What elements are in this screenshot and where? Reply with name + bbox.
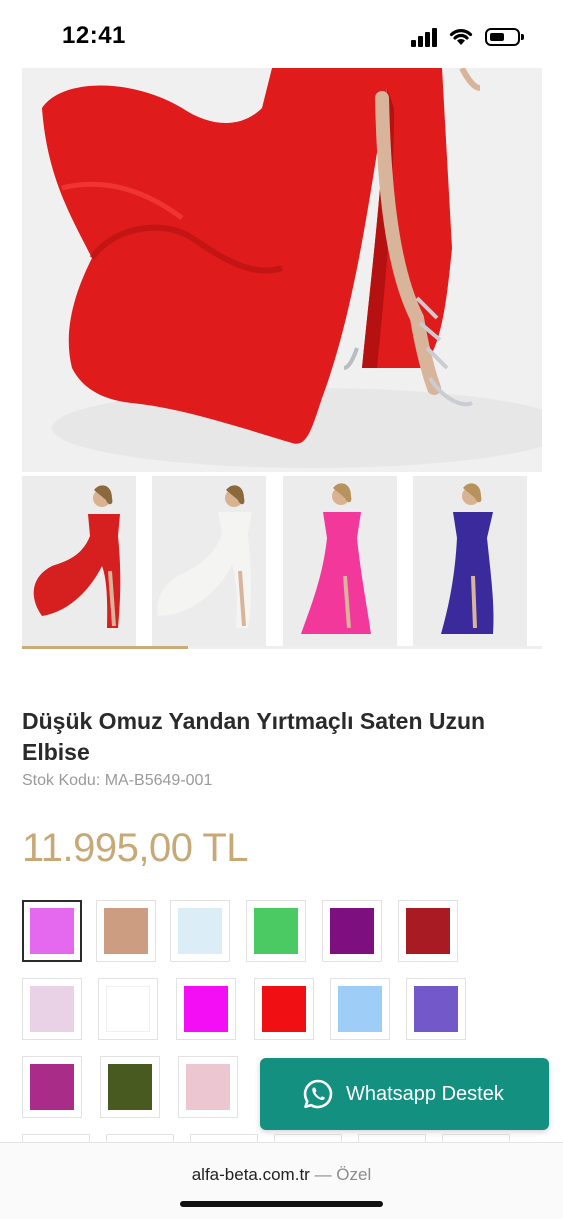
color-swatch-partial xyxy=(190,1134,258,1142)
private-mode-label: Özel xyxy=(336,1165,372,1184)
url-separator: — xyxy=(314,1165,332,1184)
battery-icon xyxy=(485,26,525,48)
color-chip xyxy=(30,986,74,1032)
browser-address-bar[interactable]: alfa-beta.com.tr — Özel xyxy=(0,1142,563,1219)
wifi-icon xyxy=(449,29,473,45)
color-swatch[interactable] xyxy=(406,978,466,1040)
thumbnail-red-dress[interactable] xyxy=(22,476,136,646)
color-swatch[interactable] xyxy=(330,978,390,1040)
color-chip xyxy=(108,1064,152,1110)
color-swatch[interactable] xyxy=(176,978,236,1040)
color-swatch[interactable] xyxy=(322,900,382,962)
color-chip xyxy=(330,908,374,954)
color-swatch[interactable] xyxy=(170,900,230,962)
color-swatch[interactable] xyxy=(246,900,306,962)
color-swatch[interactable] xyxy=(22,978,82,1040)
product-thumbnails xyxy=(22,474,542,650)
thumbnail-white-dress[interactable] xyxy=(152,476,266,646)
url-domain: alfa-beta.com.tr xyxy=(191,1165,310,1184)
color-chip xyxy=(338,986,382,1032)
color-chip xyxy=(184,986,228,1032)
whatsapp-support-button[interactable]: Whatsapp Destek xyxy=(260,1058,549,1130)
thumbnail-blue-dress[interactable] xyxy=(413,476,527,646)
color-chip xyxy=(178,908,222,954)
color-swatch-partial xyxy=(22,1134,90,1142)
status-time: 12:41 xyxy=(62,22,126,49)
product-price: 11.995,00 TL xyxy=(22,826,249,870)
product-title: Düşük Omuz Yandan Yırtmaçlı Saten Uzun E… xyxy=(22,708,486,765)
product-sku: Stok Kodu: MA-B5649-001 xyxy=(22,772,213,789)
whatsapp-button-label: Whatsapp Destek xyxy=(346,1083,504,1105)
color-swatch-partial xyxy=(274,1134,342,1142)
address-text[interactable]: alfa-beta.com.tr — Özel xyxy=(0,1165,563,1185)
color-swatch[interactable] xyxy=(22,1056,82,1118)
color-swatch-partial xyxy=(358,1134,426,1142)
color-swatch[interactable] xyxy=(398,900,458,962)
color-swatch[interactable] xyxy=(100,1056,160,1118)
color-swatch-partial xyxy=(442,1134,510,1142)
color-swatch-partial xyxy=(106,1134,174,1142)
color-chip xyxy=(30,1064,74,1110)
thumbnail-pink-dress[interactable] xyxy=(283,476,397,646)
status-bar: 12:41 xyxy=(0,0,563,70)
cellular-signal-icon xyxy=(411,28,441,47)
color-chip xyxy=(262,986,306,1032)
color-chip xyxy=(104,908,148,954)
color-chip xyxy=(106,986,150,1032)
color-swatch[interactable] xyxy=(22,900,82,962)
color-swatch[interactable] xyxy=(98,978,158,1040)
color-chip xyxy=(406,908,450,954)
product-hero-image[interactable] xyxy=(22,68,542,472)
color-chip xyxy=(414,986,458,1032)
gallery-progress-bar xyxy=(22,646,542,649)
whatsapp-icon xyxy=(303,1079,333,1109)
color-swatch[interactable] xyxy=(254,978,314,1040)
home-indicator[interactable] xyxy=(180,1201,383,1207)
color-chip xyxy=(30,908,74,954)
color-chip xyxy=(254,908,298,954)
gallery-progress-fill xyxy=(22,646,189,649)
color-chip xyxy=(186,1064,230,1110)
color-swatch[interactable] xyxy=(178,1056,238,1118)
color-swatch[interactable] xyxy=(96,900,156,962)
